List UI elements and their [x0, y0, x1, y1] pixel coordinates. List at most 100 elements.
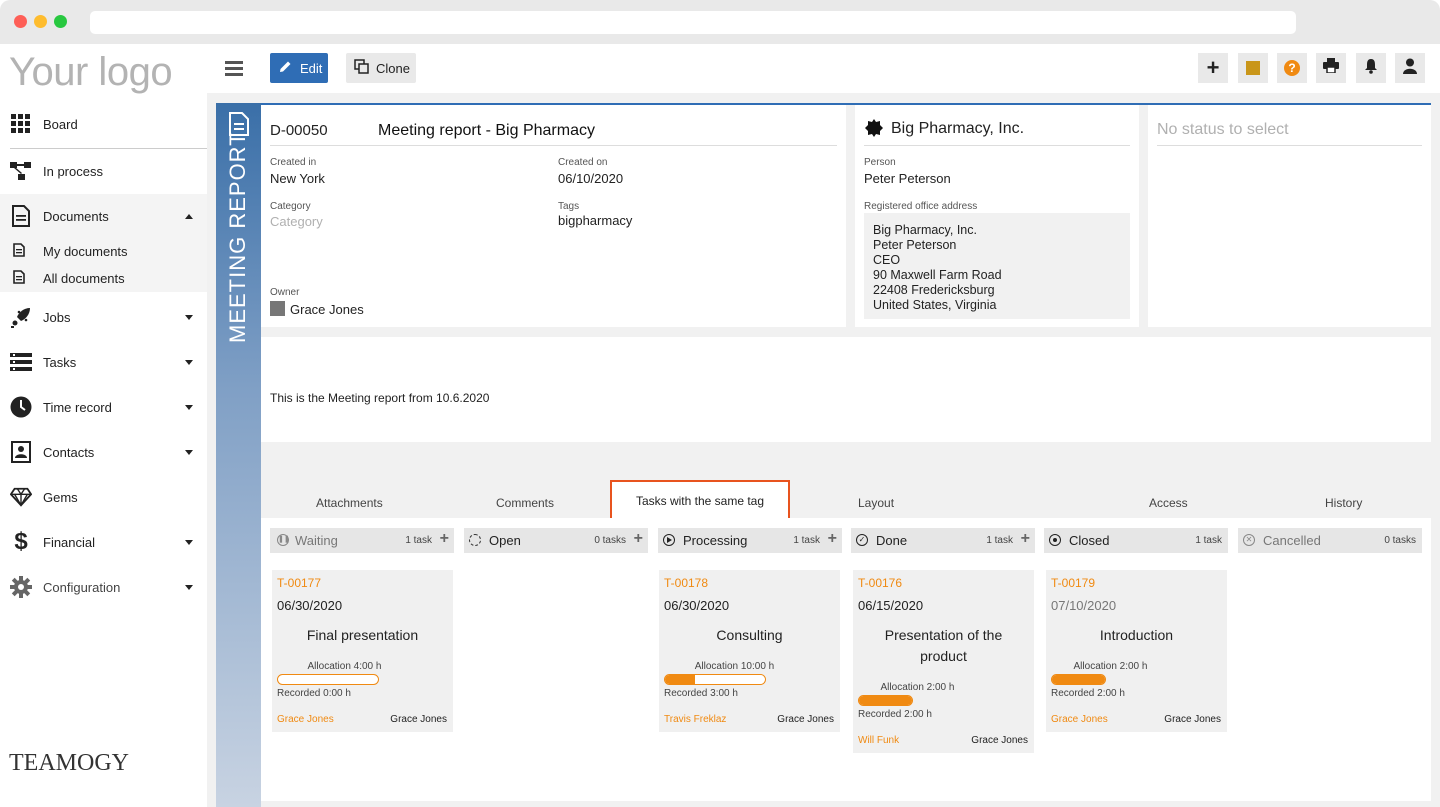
bell-icon [1364, 58, 1378, 79]
column-header-waiting: ❚❚ Waiting 1 task + [270, 528, 454, 553]
chevron-down-icon [185, 359, 193, 365]
created-in-label: Created in [270, 157, 317, 168]
task-assignee-link[interactable]: Will Funk [858, 735, 899, 746]
pencil-icon [279, 60, 292, 76]
add-button[interactable]: + [1198, 53, 1228, 83]
created-on-value: 06/10/2020 [558, 171, 624, 186]
sidebar-item-in-process[interactable]: In process [0, 149, 207, 193]
sidebar-subitem-all-documents[interactable]: All documents [0, 265, 207, 292]
company-card: Big Pharmacy, Inc. Person Peter Peterson… [855, 105, 1139, 327]
sidebar-item-jobs[interactable]: Jobs [0, 295, 207, 339]
tab-attachments[interactable]: Attachments [316, 496, 383, 510]
column-count: 1 task [1195, 535, 1222, 546]
browser-chrome [0, 0, 1440, 44]
clone-button-label: Clone [376, 60, 410, 76]
help-button[interactable]: ? [1277, 53, 1307, 83]
column-title: Open [489, 533, 521, 548]
sidebar-item-financial[interactable]: $ Financial [0, 520, 207, 564]
address-line: Big Pharmacy, Inc. [873, 223, 977, 237]
sidebar-item-label: Financial [43, 534, 96, 550]
sidebar-item-label: Time record [43, 399, 112, 415]
task-assignee-link[interactable]: Grace Jones [277, 714, 334, 725]
sidebar-item-gems[interactable]: Gems [0, 475, 207, 519]
column-count: 0 tasks [1384, 535, 1416, 546]
gear-icon [10, 576, 32, 598]
tab-history[interactable]: History [1325, 496, 1362, 510]
tab-tasks-same-tag[interactable]: Tasks with the same tag [610, 480, 790, 521]
task-allocation: Allocation 4:00 h [307, 661, 382, 672]
hamburger-menu-icon[interactable] [225, 61, 243, 76]
task-allocation: Allocation 10:00 h [694, 661, 775, 672]
column-header-cancelled: ✕ Cancelled 0 tasks [1238, 528, 1422, 553]
task-title: Presentation of the product [884, 627, 1003, 664]
task-card[interactable]: T-00179 07/10/2020 Introduction Allocati… [1046, 570, 1227, 732]
tab-layout[interactable]: Layout [858, 496, 894, 510]
maximize-window-button[interactable] [54, 15, 67, 28]
close-window-button[interactable] [14, 15, 27, 28]
sticky-note-button[interactable] [1238, 53, 1268, 83]
tab-access[interactable]: Access [1149, 496, 1188, 510]
task-id-link[interactable]: T-00176 [858, 576, 902, 590]
category-label: Category [270, 201, 311, 212]
chevron-down-icon [185, 314, 193, 320]
document-body: This is the Meeting report from 10.6.202… [261, 337, 1431, 442]
status-select[interactable]: No status to select [1157, 121, 1289, 139]
task-progress-bar [858, 695, 913, 706]
created-on-label: Created on [558, 157, 608, 168]
divider [270, 145, 837, 146]
task-id-link[interactable]: T-00177 [277, 576, 321, 590]
print-button[interactable] [1316, 53, 1346, 83]
address-box: Big Pharmacy, Inc. Peter Peterson CEO 90… [864, 213, 1130, 319]
gem-icon [10, 486, 32, 508]
address-line: Peter Peterson [873, 238, 957, 252]
sidebar-item-documents[interactable]: Documents [0, 194, 207, 238]
document-info-card: D-00050 Meeting report - Big Pharmacy Cr… [261, 105, 846, 327]
task-owner: Grace Jones [971, 735, 1028, 746]
sidebar-item-board[interactable]: Board [0, 102, 207, 146]
clone-button[interactable]: Clone [346, 53, 416, 83]
task-id-link[interactable]: T-00178 [664, 576, 708, 590]
owner-name[interactable]: Grace Jones [290, 302, 364, 317]
task-date: 06/30/2020 [277, 598, 343, 613]
add-task-button[interactable]: + [1021, 530, 1030, 548]
user-menu-button[interactable] [1395, 53, 1425, 83]
add-task-button[interactable]: + [828, 530, 837, 548]
task-title: Consulting [716, 627, 783, 643]
sidebar-item-label: Contacts [43, 444, 95, 460]
tab-comments[interactable]: Comments [496, 496, 554, 510]
task-card[interactable]: T-00176 06/15/2020 Presentation of the p… [853, 570, 1034, 753]
task-recorded: Recorded 0:00 h [277, 688, 351, 699]
address-bar[interactable] [90, 11, 1296, 34]
sidebar-subitem-my-documents[interactable]: My documents [0, 238, 207, 265]
tag-chip[interactable]: bigpharmacy [558, 213, 632, 228]
task-recorded: Recorded 3:00 h [664, 688, 738, 699]
add-task-button[interactable]: + [440, 530, 449, 548]
add-task-button[interactable]: + [634, 530, 643, 548]
column-title: Processing [683, 533, 748, 548]
task-id-link[interactable]: T-00179 [1051, 576, 1095, 590]
minimize-window-button[interactable] [34, 15, 47, 28]
task-recorded: Recorded 2:00 h [1051, 688, 1125, 699]
play-icon [663, 534, 675, 546]
notifications-button[interactable] [1356, 53, 1386, 83]
sidebar-item-contacts[interactable]: Contacts [0, 430, 207, 474]
task-assignee-link[interactable]: Grace Jones [1051, 714, 1108, 725]
edit-button[interactable]: Edit [270, 53, 328, 83]
person-value[interactable]: Peter Peterson [864, 171, 951, 186]
task-assignee-link[interactable]: Travis Freklaz [664, 714, 726, 725]
tab-label: Tasks with the same tag [635, 493, 765, 508]
task-card[interactable]: T-00178 06/30/2020 Consulting Allocation… [659, 570, 840, 732]
sidebar-item-configuration[interactable]: Configuration [0, 565, 207, 609]
sidebar-item-time-record[interactable]: Time record [0, 385, 207, 429]
sidebar-item-tasks[interactable]: Tasks [0, 340, 207, 384]
circle-icon [469, 534, 481, 546]
category-field[interactable]: Category [270, 214, 323, 229]
task-progress-bar [277, 674, 379, 685]
footer-logo: TEAMOGY [9, 750, 129, 776]
company-name[interactable]: Big Pharmacy, Inc. [891, 120, 1024, 138]
cancel-icon: ✕ [1243, 534, 1255, 546]
sidebar-item-label: Jobs [43, 309, 71, 325]
owner-label: Owner [270, 287, 300, 298]
address-line: 22408 Fredericksburg [873, 283, 995, 297]
task-card[interactable]: T-00177 06/30/2020 Final presentation Al… [272, 570, 453, 732]
